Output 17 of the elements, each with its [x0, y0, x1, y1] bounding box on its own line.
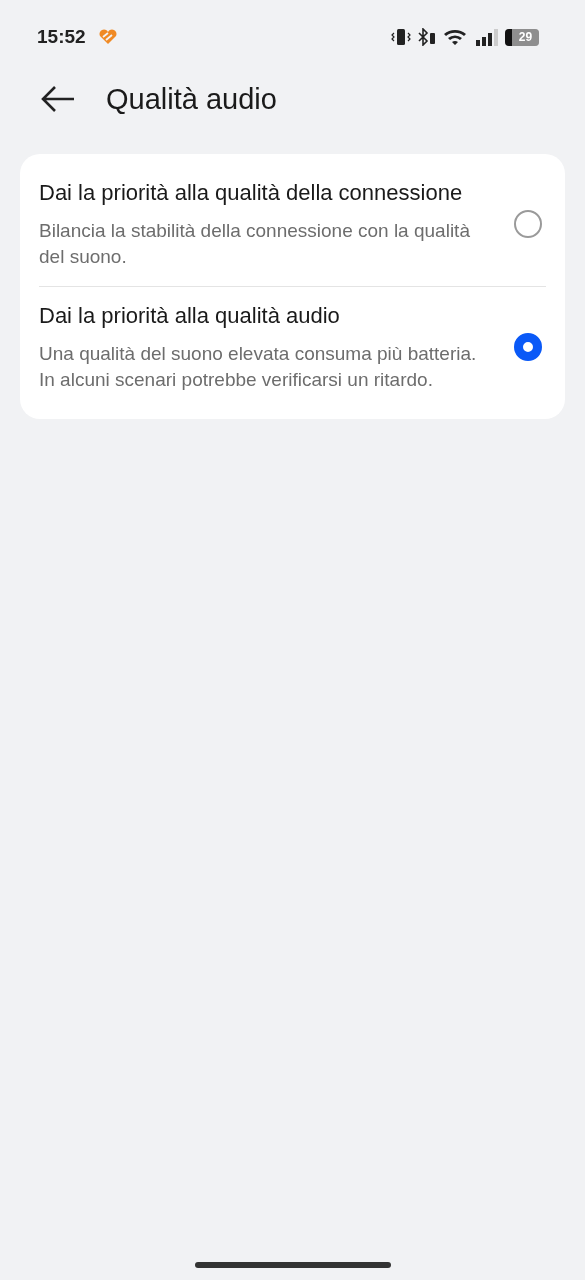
- radio-button[interactable]: [514, 210, 542, 238]
- bluetooth-icon: [417, 28, 437, 46]
- page-title: Qualità audio: [106, 82, 277, 116]
- vibrate-icon: [391, 28, 411, 46]
- battery-icon: 29: [505, 28, 539, 46]
- option-title: Dai la priorità alla qualità audio: [39, 302, 341, 330]
- option-row[interactable]: Dai la priorità alla qualità audio Una qualità del suono elevata consuma più batteria. In alcuni scenari potrebbe verificarsi un ritardo.: [39, 287, 546, 409]
- radio-button[interactable]: [514, 333, 542, 361]
- option-row[interactable]: Dai la priorità alla qualità della connessione Bilancia la stabilità della connessione con la qualità del suono.: [39, 164, 546, 287]
- signal-icon: [475, 28, 499, 46]
- wifi-icon: [443, 28, 469, 46]
- heart-icon: [97, 29, 118, 45]
- option-title: Dai la priorità alla qualità della connessione: [39, 179, 464, 207]
- status-time: 15:52: [37, 26, 86, 48]
- option-description: Una qualità del suono elevata consuma più batteria. In alcuni scenari potrebbe verificarsi un ritardo.: [39, 342, 478, 392]
- option-description: Bilancia la stabilità della connessione con la qualità del suono.: [39, 219, 471, 269]
- back-arrow-icon: [40, 84, 76, 114]
